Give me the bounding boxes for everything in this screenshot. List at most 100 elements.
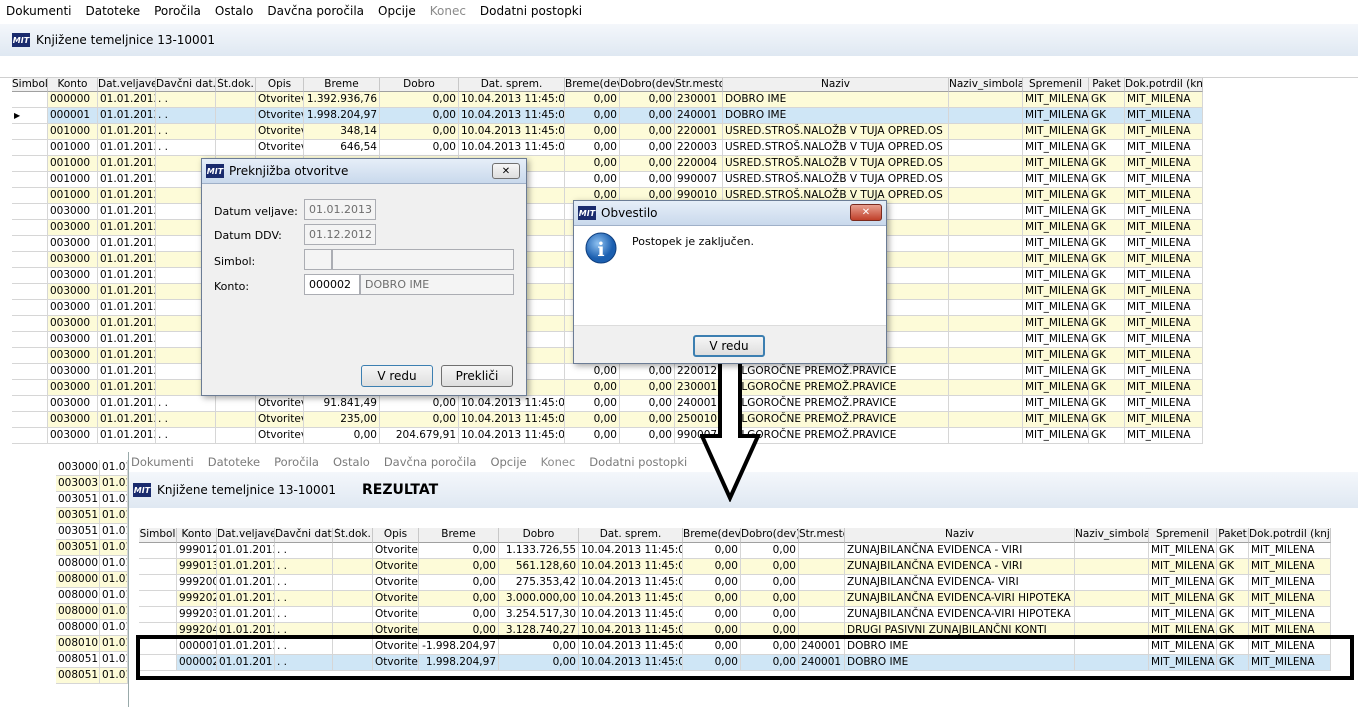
column-header[interactable]: Konto — [177, 528, 217, 543]
table-cell: GK — [1089, 236, 1125, 252]
column-header[interactable]: Naziv_simbola — [949, 78, 1023, 92]
menu-dokumenti[interactable]: Dokumenti — [131, 455, 194, 469]
close-icon[interactable]: ✕ — [492, 163, 520, 179]
table-cell — [139, 607, 177, 623]
datum-ddv-field[interactable]: 01.12.2012 — [304, 224, 376, 245]
column-header[interactable]: Spremenil — [1149, 528, 1217, 543]
table-cell — [949, 188, 1023, 204]
column-header[interactable]: Paket — [1217, 528, 1249, 543]
column-header[interactable]: Paket — [1089, 78, 1125, 92]
table-cell — [12, 284, 48, 300]
table-cell: GK — [1089, 220, 1125, 236]
column-header[interactable]: Opis — [373, 528, 419, 543]
column-header[interactable]: Naziv — [845, 528, 1075, 543]
menu-dodatni-postopki[interactable]: Dodatni postopki — [589, 455, 687, 469]
table-cell: 003000 — [48, 396, 98, 412]
result-label: REZULTAT — [361, 482, 439, 498]
menu-dav-na-poro-ila[interactable]: Davčna poročila — [384, 455, 477, 469]
column-header[interactable]: Davčni dat. — [275, 528, 333, 543]
table-cell: 0,00 — [620, 124, 675, 140]
column-header[interactable]: Breme — [419, 528, 499, 543]
column-header[interactable]: Št.dok. — [333, 528, 373, 543]
app-logo-icon: MIT — [133, 483, 151, 497]
column-header[interactable]: Dobro(dev) — [741, 528, 799, 543]
table-cell: 0,00 — [620, 156, 675, 172]
konto-field[interactable]: 000002 — [304, 274, 360, 295]
left-strip-grid: 00300001.0100300301.0100305101.010030510… — [56, 460, 128, 707]
table-cell: 990007 — [675, 172, 723, 188]
column-header[interactable]: Dat. sprem. — [579, 528, 683, 543]
table-cell: MIT_MILENA — [1249, 543, 1331, 559]
table-cell: 01.01.2013 — [98, 428, 156, 444]
table-cell — [949, 140, 1023, 156]
column-header[interactable]: Naziv_simbola — [1075, 528, 1149, 543]
column-header[interactable]: Breme(dev) — [565, 78, 620, 92]
column-header[interactable]: Dat.veljave — [217, 528, 275, 543]
table-cell: 003000 — [48, 220, 98, 236]
table-cell — [12, 124, 48, 140]
result-data-grid[interactable]: Simbol Konto Dat.veljave Davčni dat. Št.dok.… — [139, 528, 1358, 707]
table-cell: 008010 — [56, 636, 100, 652]
menu-poro-ila[interactable]: Poročila — [274, 455, 319, 469]
preknjizba-cancel-button[interactable]: Prekliči — [441, 365, 513, 387]
menu-ostalo[interactable]: Ostalo — [333, 455, 370, 469]
table-cell: 01.01.2013 — [98, 92, 156, 108]
table-cell: 01.01.2013 — [217, 607, 275, 623]
table-cell — [12, 300, 48, 316]
table-cell: 0,00 — [683, 591, 741, 607]
table-cell: USRED.STROŠ.NALOŽB V TUJA OPRED.OS — [723, 140, 949, 156]
column-header[interactable]: Dobro(dev) — [620, 78, 675, 92]
table-cell: 008000 — [56, 604, 100, 620]
column-header[interactable]: Dobro — [499, 528, 579, 543]
datum-veljave-field[interactable]: 01.01.2013 00 — [304, 199, 376, 220]
table-cell: MIT_MILENA — [1125, 300, 1203, 316]
simbol-field[interactable] — [304, 249, 332, 270]
table-cell: 01.01.2013 — [98, 108, 156, 124]
table-cell: 01.01.2013 — [98, 396, 156, 412]
menu-poro-ila[interactable]: Poročila — [154, 4, 201, 18]
menu-datoteke[interactable]: Datoteke — [85, 4, 140, 18]
column-header[interactable]: Naziv — [723, 78, 949, 92]
column-header[interactable]: Breme — [304, 78, 380, 92]
menu-konec[interactable]: Konec — [541, 455, 576, 469]
table-cell: GK — [1089, 332, 1125, 348]
menu-datoteke[interactable]: Datoteke — [208, 455, 260, 469]
menu-opcije[interactable]: Opcije — [490, 455, 526, 469]
menu-ostalo[interactable]: Ostalo — [215, 4, 253, 18]
column-header[interactable]: Str.mesto — [799, 528, 845, 543]
preknjizba-ok-button[interactable]: V redu — [361, 365, 433, 387]
column-header[interactable]: Str.mesto — [675, 78, 723, 92]
column-header[interactable]: Št.dok. — [216, 78, 256, 92]
column-header[interactable]: Dat.veljave — [98, 78, 156, 92]
column-header[interactable]: Davčni dat. — [156, 78, 216, 92]
obvestilo-ok-button[interactable]: V redu — [693, 335, 765, 357]
close-icon[interactable]: ✕ — [850, 204, 882, 221]
menu-dav-na-poro-ila[interactable]: Davčna poročila — [267, 4, 364, 18]
column-header[interactable]: Opis — [256, 78, 304, 92]
column-header[interactable]: Konto — [48, 78, 98, 92]
menu-opcije[interactable]: Opcije — [378, 4, 416, 18]
table-cell: GK — [1217, 559, 1249, 575]
column-header[interactable]: Dobro — [380, 78, 459, 92]
column-header[interactable]: Dok.potrdil (knj) — [1249, 528, 1331, 543]
table-cell: . . — [275, 543, 333, 559]
table-cell: Otvoritev — [256, 396, 304, 412]
column-header[interactable]: Simbol — [139, 528, 177, 543]
column-header[interactable]: Breme(dev) — [683, 528, 741, 543]
table-cell: 0,00 — [380, 140, 459, 156]
table-cell: 01.01.2013 — [217, 575, 275, 591]
menu-konec[interactable]: Konec — [430, 4, 466, 18]
table-cell: 000000 — [48, 92, 98, 108]
table-cell: GK — [1089, 252, 1125, 268]
column-header[interactable]: Simbol — [12, 78, 48, 92]
column-header[interactable]: Dok.potrdil (knj) — [1125, 78, 1203, 92]
column-header[interactable]: Dat. sprem. — [459, 78, 565, 92]
datum-veljave-label: Datum veljave: — [214, 205, 298, 218]
table-cell: 0,00 — [419, 543, 499, 559]
table-cell — [799, 543, 845, 559]
table-cell: GK — [1089, 172, 1125, 188]
menu-dodatni-postopki[interactable]: Dodatni postopki — [480, 4, 582, 18]
menu-dokumenti[interactable]: Dokumenti — [6, 4, 71, 18]
preknjizba-title: Preknjižba otvoritve — [229, 164, 349, 178]
column-header[interactable]: Spremenil — [1023, 78, 1089, 92]
